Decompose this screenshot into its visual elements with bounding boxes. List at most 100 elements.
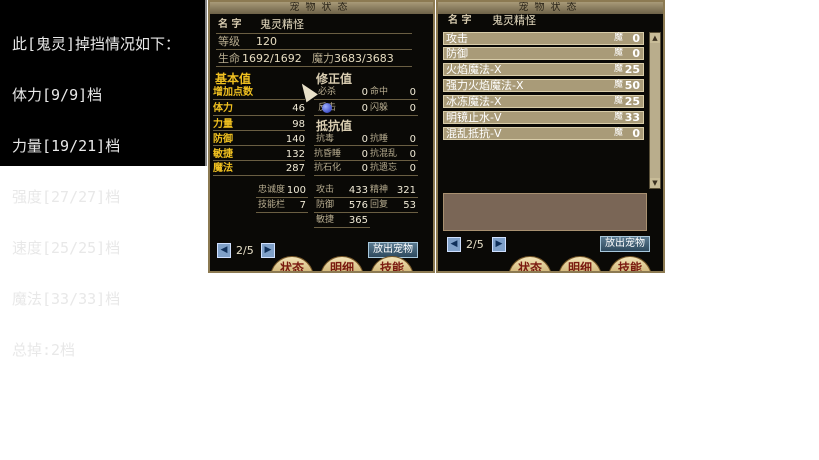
derived-value: 433 — [348, 185, 368, 196]
console-line: 魔法[33/33]档 — [12, 290, 121, 308]
tab-details[interactable]: 明细 — [320, 256, 364, 271]
base-value: 46 — [292, 103, 305, 114]
resist-label: 抗石化 — [314, 163, 342, 173]
mod-label: 必杀 — [318, 87, 337, 97]
mp-tag: 魔 — [613, 96, 623, 106]
pet-tabs: 状态 明细 技能 — [270, 252, 430, 271]
pet-tabs: 状态 明细 技能 — [508, 252, 663, 271]
page-indicator: 2/5 — [236, 244, 254, 257]
drop-report-console: 此[鬼灵]掉挡情况如下： 体力[9/9]档 力量[19/21]档 强度[27/2… — [0, 0, 207, 359]
pet-status-panel: 宠物状态 名 字 鬼灵精怪 等级 120 生命 1692/1692 魔力 368… — [208, 0, 435, 273]
derived-label: 防御 — [316, 200, 335, 210]
derived-value: 365 — [348, 215, 368, 226]
skill-row[interactable]: 防御 魔 0 — [443, 47, 644, 60]
console-line: 力量[19/21]档 — [12, 137, 121, 155]
skill-name: 混乱抵抗-V — [446, 127, 502, 140]
resist-value: 0 — [409, 163, 416, 174]
level-value: 120 — [256, 35, 277, 48]
hp-label: 生命 — [218, 52, 240, 65]
prev-pet-button[interactable]: ◀ — [447, 237, 461, 252]
resist-value: 0 — [361, 163, 368, 174]
mod-value: 0 — [361, 103, 368, 114]
tab-skills[interactable]: 技能 — [370, 256, 414, 271]
mod-value: 0 — [361, 87, 368, 98]
derived-value: 321 — [396, 185, 416, 196]
derived-label: 回复 — [370, 200, 389, 210]
mp-tag: 魔 — [613, 128, 623, 138]
mod-header: 修正值 — [316, 72, 353, 86]
resist-header: 抵抗值 — [316, 119, 353, 133]
hp-value: 1692/1692 — [242, 52, 302, 65]
derived-value: 53 — [403, 200, 416, 211]
loyalty-label: 忠诚度 — [258, 185, 286, 195]
tab-skills[interactable]: 技能 — [608, 256, 652, 271]
tab-status[interactable]: 状态 — [270, 256, 314, 271]
skill-name: 火焰魔法-X — [446, 63, 502, 76]
mp-tag: 魔 — [613, 33, 623, 43]
resist-label: 抗遗忘 — [370, 163, 398, 173]
derived-label: 精神 — [370, 185, 389, 195]
mod-value: 0 — [409, 103, 416, 114]
skill-cost: 25 — [624, 63, 640, 76]
skill-row[interactable]: 混乱抵抗-V 魔 0 — [443, 127, 644, 140]
console-line: 强度[27/27]档 — [12, 188, 121, 206]
panel-title: 宠物状态 — [438, 2, 663, 14]
console-line: 总掉:2档 — [12, 341, 76, 359]
next-pet-button[interactable]: ▶ — [492, 237, 506, 252]
skill-name: 攻击 — [446, 32, 468, 45]
skill-row[interactable]: 强力火焰魔法-X 魔 50 — [443, 79, 644, 92]
skill-scrollbar[interactable]: ▲ ▼ — [649, 32, 661, 189]
skill-name: 冰冻魔法-X — [446, 95, 502, 108]
skill-cost: 50 — [624, 79, 640, 92]
mp-tag: 魔 — [613, 80, 623, 90]
skill-cost: 0 — [632, 127, 640, 140]
skill-name: 强力火焰魔法-X — [446, 79, 524, 92]
page-indicator: 2/5 — [466, 238, 484, 251]
release-pet-button[interactable]: 放出宠物 — [600, 236, 650, 252]
pet-skill-panel: 宠物状态 名 字 鬼灵精怪 攻击 魔 0 防御 魔 0 火焰魔法-X 魔 25 … — [436, 0, 665, 273]
skill-row[interactable]: 冰冻魔法-X 魔 25 — [443, 95, 644, 108]
skill-cost: 0 — [632, 47, 640, 60]
skill-slots-label: 技能栏 — [258, 200, 286, 210]
pet-name: 鬼灵精怪 — [260, 18, 304, 31]
skill-name: 明镜止水-V — [446, 111, 502, 124]
derived-label: 敏捷 — [316, 215, 335, 225]
mp-tag: 魔 — [613, 112, 623, 122]
skill-description-box — [443, 193, 647, 231]
skill-row[interactable]: 攻击 魔 0 — [443, 32, 644, 45]
level-label: 等级 — [218, 35, 240, 48]
panel-title: 宠物状态 — [210, 2, 433, 14]
skill-row[interactable]: 明镜止水-V 魔 33 — [443, 111, 644, 124]
skill-cost: 25 — [624, 95, 640, 108]
skill-slots-value: 7 — [299, 200, 306, 211]
skill-cost: 33 — [624, 111, 640, 124]
loyalty-value: 100 — [286, 185, 306, 196]
derived-label: 攻击 — [316, 185, 335, 195]
mp-tag: 魔 — [613, 64, 623, 74]
skill-cost: 0 — [632, 32, 640, 45]
console-line: 此[鬼灵]掉挡情况如下： — [12, 35, 181, 53]
mp-value: 3683/3683 — [334, 52, 394, 65]
mod-label: 命中 — [370, 87, 389, 97]
name-label: 名 字 — [448, 15, 472, 26]
skill-row[interactable]: 火焰魔法-X 魔 25 — [443, 63, 644, 76]
name-label: 名 字 — [218, 19, 242, 30]
mp-label: 魔力 — [312, 52, 334, 65]
skill-name: 防御 — [446, 47, 468, 60]
mod-value: 0 — [409, 87, 416, 98]
tab-status[interactable]: 状态 — [508, 256, 552, 271]
orb-icon — [322, 103, 332, 113]
tab-details[interactable]: 明细 — [558, 256, 602, 271]
scroll-up-icon[interactable]: ▲ — [650, 33, 660, 43]
console-line: 速度[25/25]档 — [12, 239, 121, 257]
derived-value: 576 — [348, 200, 368, 211]
pet-name: 鬼灵精怪 — [492, 14, 536, 27]
base-label: 魔法 — [213, 163, 233, 174]
mp-tag: 魔 — [613, 48, 623, 58]
mod-label: 闪躲 — [370, 103, 389, 113]
base-header: 基本值 — [215, 72, 252, 86]
prev-pet-button[interactable]: ◀ — [217, 243, 231, 258]
base-value: 287 — [285, 163, 305, 174]
scroll-down-icon[interactable]: ▼ — [650, 178, 660, 188]
base-label: 增加点数 — [213, 87, 253, 98]
